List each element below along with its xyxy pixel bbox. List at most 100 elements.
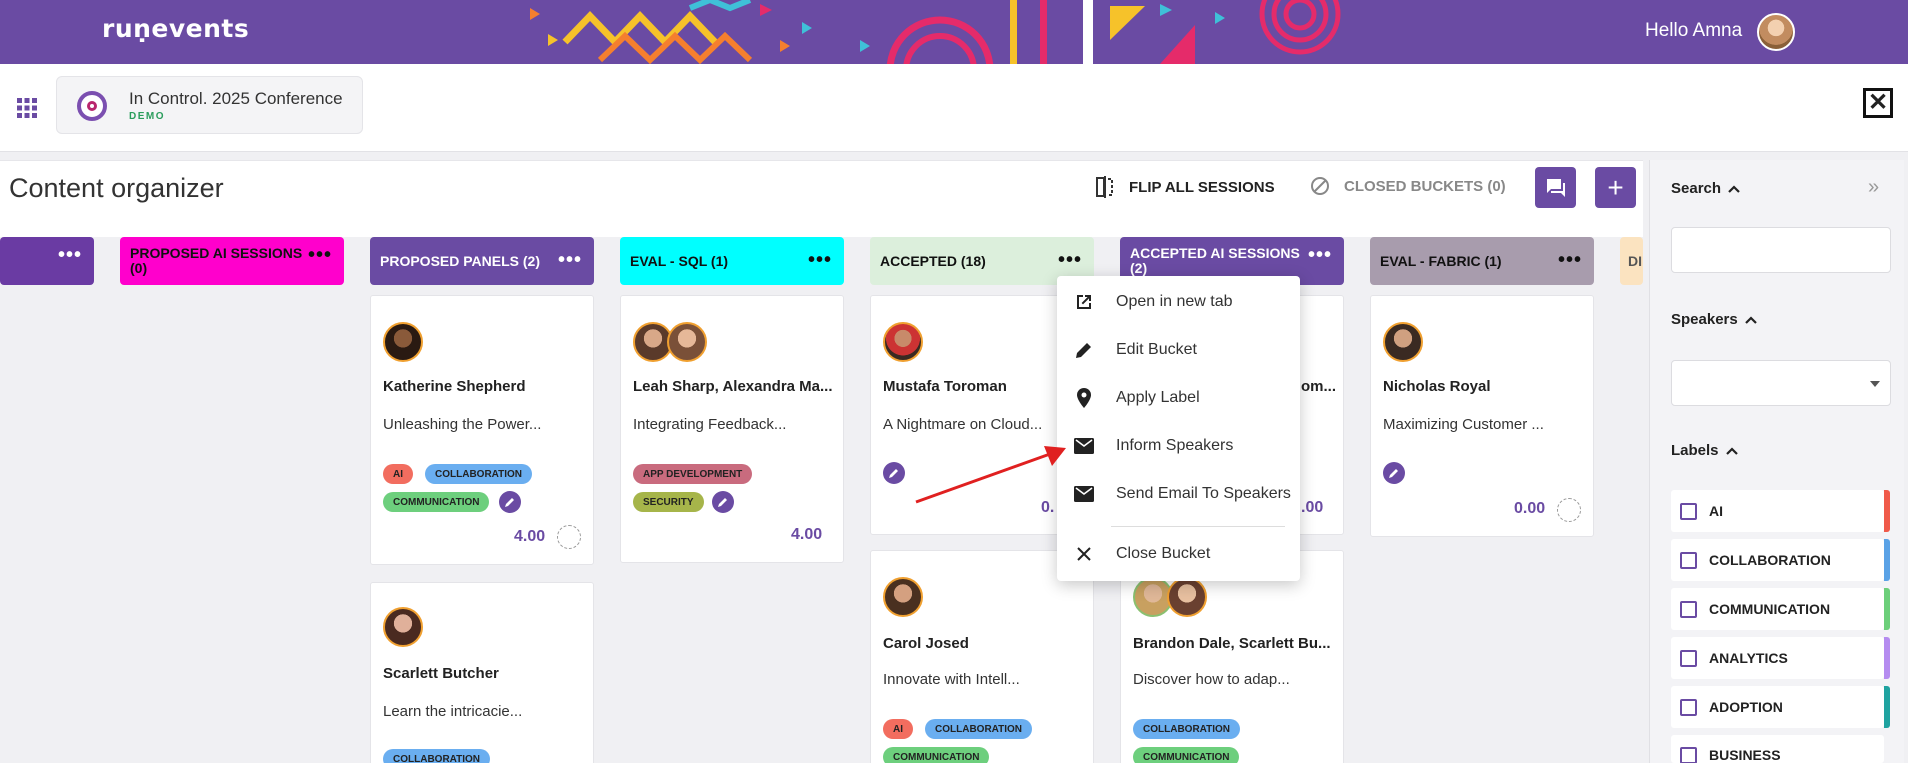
more-options-icon[interactable]: ••• — [1308, 245, 1332, 265]
checkbox[interactable] — [1680, 698, 1697, 716]
checkbox[interactable] — [1680, 649, 1697, 667]
collapse-sidebar-icon[interactable]: » — [1868, 176, 1879, 199]
labels-section-label: Labels — [1671, 442, 1719, 459]
search-section-header[interactable]: Search — [1671, 180, 1741, 197]
pencil-icon — [1072, 338, 1096, 362]
speakers-select[interactable] — [1671, 360, 1891, 406]
menu-item-close-bucket[interactable]: Close Bucket — [1057, 536, 1300, 572]
bucket-title: PROPOSED AI SESSIONS (0) — [130, 245, 303, 276]
open-in-new-icon — [1072, 290, 1096, 314]
speaker-name: om... — [1301, 378, 1337, 395]
more-options-icon[interactable]: ••• — [308, 245, 332, 265]
closed-buckets-button[interactable]: CLOSED BUCKETS (0) — [1310, 176, 1506, 196]
speaker-name: Carol Josed — [883, 635, 969, 652]
label-filter-ai[interactable]: AI — [1671, 490, 1890, 532]
speaker-name: Nicholas Royal — [1383, 378, 1491, 395]
label-tag: SECURITY — [633, 492, 704, 512]
session-score: 4.00 — [791, 526, 823, 543]
menu-item-label: Apply Label — [1116, 389, 1200, 406]
header-divider — [1083, 0, 1093, 64]
labels-section-header[interactable]: Labels — [1671, 442, 1739, 459]
bucket-header[interactable]: PROPOSED PANELS (2) ••• — [370, 237, 594, 285]
label-filter-name: AI — [1709, 503, 1723, 519]
label-color-stripe — [1884, 686, 1890, 728]
checkbox[interactable] — [1680, 502, 1697, 520]
label-filter-adoption[interactable]: ADOPTION — [1671, 686, 1890, 728]
bucket-title: DI — [1628, 253, 1642, 269]
bucket-title: PROPOSED PANELS (2) — [380, 253, 540, 269]
label-tag: AI — [383, 464, 413, 484]
edit-labels-icon[interactable] — [712, 491, 734, 513]
event-tag: DEMO — [129, 111, 165, 122]
add-bucket-button[interactable]: + — [1595, 167, 1636, 208]
comments-button[interactable] — [1535, 167, 1576, 208]
label-color-stripe — [1884, 637, 1890, 679]
bucket-header[interactable]: DI — [1620, 237, 1643, 285]
bucket-title: ACCEPTED (18) — [880, 253, 986, 269]
session-card[interactable]: Nicholas Royal Maximizing Customer ... 0… — [1370, 295, 1594, 537]
session-title: Maximizing Customer ... — [1383, 416, 1544, 433]
bucket-header[interactable]: PROPOSED AI SESSIONS (0) ••• — [120, 237, 344, 285]
menu-item-edit-bucket[interactable]: Edit Bucket — [1057, 332, 1300, 368]
edit-labels-icon[interactable] — [1383, 462, 1405, 484]
chat-icon — [1546, 178, 1565, 197]
bucket-header[interactable]: ••• — [0, 237, 94, 285]
session-card[interactable]: Katherine Shepherd Unleashing the Power.… — [370, 295, 594, 565]
menu-item-send-email-speakers[interactable]: Send Email To Speakers — [1057, 476, 1300, 512]
menu-item-label: Send Email To Speakers — [1116, 485, 1291, 502]
app-logo[interactable]: ruṇevents — [102, 14, 249, 43]
session-title: Innovate with Intell... — [883, 671, 1020, 688]
speaker-avatar — [1167, 577, 1207, 617]
bucket-title: EVAL - FABRIC (1) — [1380, 253, 1502, 269]
label-filter-communication[interactable]: COMMUNICATION — [1671, 588, 1890, 630]
label-filter-name: COLLABORATION — [1709, 552, 1831, 568]
user-avatar[interactable] — [1757, 13, 1795, 51]
bucket-header[interactable]: EVAL - SQL (1) ••• — [620, 237, 844, 285]
more-options-icon[interactable]: ••• — [558, 250, 582, 270]
menu-item-inform-speakers[interactable]: Inform Speakers — [1057, 428, 1300, 464]
search-section-label: Search — [1671, 180, 1722, 197]
label-filter-collaboration[interactable]: COLLABORATION — [1671, 539, 1890, 581]
session-card[interactable]: Brandon Dale, Scarlett Bu... Discover ho… — [1120, 550, 1344, 763]
label-tag: AI — [883, 719, 913, 739]
session-card[interactable]: Leah Sharp, Alexandra Ma... Integrating … — [620, 295, 844, 563]
flip-all-sessions-button[interactable]: FLIP ALL SESSIONS — [1095, 176, 1275, 198]
label-tag: COMMUNICATION — [383, 492, 490, 512]
close-icon[interactable]: ✕ — [1863, 88, 1893, 118]
label-filter-business[interactable]: BUSINESS — [1671, 735, 1884, 763]
menu-item-apply-label[interactable]: Apply Label — [1057, 380, 1300, 416]
speaker-avatar — [883, 577, 923, 617]
checkbox[interactable] — [1680, 747, 1697, 763]
search-input[interactable] — [1671, 227, 1891, 273]
event-selector[interactable]: In Control. 2025 Conference DEMO — [56, 76, 363, 134]
more-options-icon[interactable]: ••• — [1558, 250, 1582, 270]
session-card[interactable]: Carol Josed Innovate with Intell... AI C… — [870, 550, 1094, 763]
chevron-up-icon — [1744, 315, 1757, 324]
rate-icon[interactable] — [557, 525, 581, 549]
rate-icon[interactable] — [1557, 498, 1581, 522]
session-card[interactable]: Scarlett Butcher Learn the intricacie...… — [370, 582, 594, 763]
speaker-name: Mustafa Toroman — [883, 378, 1007, 395]
edit-labels-icon[interactable] — [499, 491, 521, 513]
session-title: A Nightmare on Cloud... — [883, 416, 1043, 433]
speakers-section-label: Speakers — [1671, 311, 1738, 328]
label-tag: COLLABORATION — [383, 749, 491, 763]
speaker-name: Katherine Shepherd — [383, 378, 526, 395]
speakers-section-header[interactable]: Speakers — [1671, 311, 1758, 328]
apps-grid-icon[interactable] — [16, 97, 38, 119]
more-options-icon[interactable]: ••• — [808, 250, 832, 270]
label-filter-analytics[interactable]: ANALYTICS — [1671, 637, 1890, 679]
checkbox[interactable] — [1680, 551, 1697, 569]
session-score: 4.00 — [514, 528, 546, 545]
more-options-icon[interactable]: ••• — [1058, 250, 1082, 270]
menu-item-open-new-tab[interactable]: Open in new tab — [1057, 284, 1300, 320]
chevron-up-icon — [1728, 184, 1740, 193]
bucket-header[interactable]: EVAL - FABRIC (1) ••• — [1370, 237, 1594, 285]
chevron-up-icon — [1725, 446, 1738, 455]
more-options-icon[interactable]: ••• — [58, 245, 82, 265]
label-tag: COLLABORATION — [425, 464, 533, 484]
speaker-avatar — [383, 322, 423, 362]
checkbox[interactable] — [1680, 600, 1697, 618]
dropdown-arrow-icon — [1870, 381, 1880, 387]
menu-item-label: Edit Bucket — [1116, 341, 1197, 358]
